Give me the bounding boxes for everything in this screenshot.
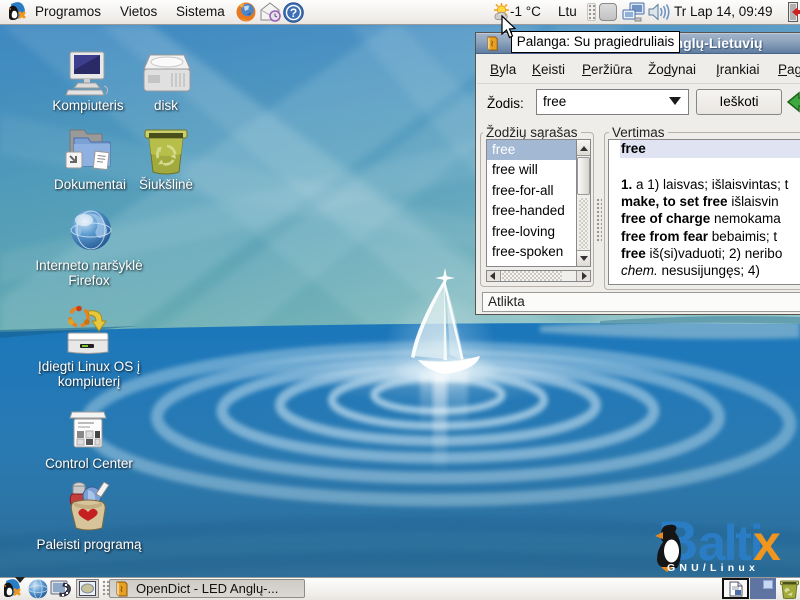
svg-text:?: ? — [290, 6, 297, 20]
svg-text:GNU/Linux: GNU/Linux — [667, 562, 759, 574]
